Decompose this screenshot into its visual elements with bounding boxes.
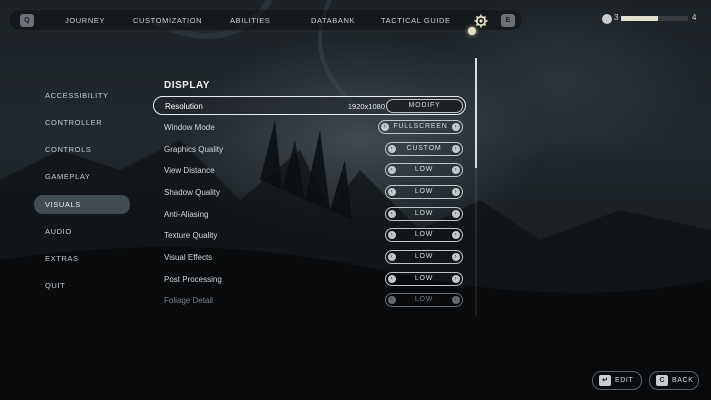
graphics-quality-selector[interactable]: ‹ CUSTOM › xyxy=(385,142,463,156)
edit-label: EDIT xyxy=(615,377,634,384)
category-gameplay[interactable]: GAMEPLAY xyxy=(34,167,130,186)
setting-label: Shadow Quality xyxy=(164,188,221,197)
chevron-left-icon[interactable]: ‹ xyxy=(381,123,389,131)
setting-label: Window Mode xyxy=(164,123,215,132)
chevron-left-icon[interactable]: ‹ xyxy=(388,145,396,153)
setting-label: Post Processing xyxy=(164,275,222,284)
top-nav-bar: Q JOURNEY CUSTOMIZATION ABILITIES DATABA… xyxy=(8,9,523,31)
selector-value: LOW xyxy=(414,275,434,282)
shadow-quality-selector[interactable]: ‹ LOW › xyxy=(385,185,463,199)
texture-quality-selector[interactable]: ‹ LOW › xyxy=(385,228,463,242)
chevron-left-icon[interactable]: ‹ xyxy=(388,231,396,239)
selector-value: LOW xyxy=(414,253,434,260)
gear-icon[interactable] xyxy=(474,14,488,28)
setting-row-anti-aliasing[interactable]: Anti-Aliasing ‹ LOW › xyxy=(153,205,466,224)
anti-aliasing-selector[interactable]: ‹ LOW › xyxy=(385,207,463,221)
setting-row-visual-effects[interactable]: Visual Effects ‹ LOW › xyxy=(153,248,466,267)
active-tab-indicator xyxy=(468,27,476,35)
chevron-left-icon[interactable]: ‹ xyxy=(388,210,396,218)
chevron-left-icon[interactable]: ‹ xyxy=(388,188,396,196)
category-visuals[interactable]: VISUALS xyxy=(34,195,130,214)
chevron-right-icon[interactable]: › xyxy=(452,275,460,283)
setting-row-graphics-quality[interactable]: Graphics Quality ‹ CUSTOM › xyxy=(153,140,466,159)
setting-row-view-distance[interactable]: View Distance ‹ LOW › xyxy=(153,161,466,180)
back-button[interactable]: C BACK xyxy=(649,371,699,390)
chevron-left-icon[interactable]: ‹ xyxy=(388,166,396,174)
chevron-right-icon[interactable]: › xyxy=(452,296,460,304)
setting-row-post-processing[interactable]: Post Processing ‹ LOW › xyxy=(153,270,466,289)
setting-label: Foliage Detail xyxy=(164,296,213,305)
skill-point-icon xyxy=(602,14,612,24)
category-quit[interactable]: QUIT xyxy=(34,276,130,295)
section-title: DISPLAY xyxy=(164,80,210,91)
edit-button[interactable]: ↵ EDIT xyxy=(592,371,642,390)
foliage-detail-selector[interactable]: ‹ LOW › xyxy=(385,293,463,307)
setting-label: Visual Effects xyxy=(164,253,213,262)
scrollbar-thumb[interactable] xyxy=(475,58,477,168)
modify-button[interactable]: MODIFY xyxy=(386,99,463,113)
setting-label: View Distance xyxy=(164,166,215,175)
setting-label: Graphics Quality xyxy=(164,145,224,154)
visual-effects-selector[interactable]: ‹ LOW › xyxy=(385,250,463,264)
settings-scrollbar[interactable] xyxy=(475,58,477,316)
selector-value: LOW xyxy=(414,296,434,303)
next-tab-key[interactable]: E xyxy=(501,14,515,27)
enter-key-icon: ↵ xyxy=(599,375,611,386)
category-extras[interactable]: EXTRAS xyxy=(34,249,130,268)
back-label: BACK xyxy=(672,377,694,384)
chevron-right-icon[interactable]: › xyxy=(452,188,460,196)
xp-bar xyxy=(621,16,688,21)
selector-value: LOW xyxy=(414,231,434,238)
xp-bar-fill xyxy=(621,16,658,21)
chevron-left-icon[interactable]: ‹ xyxy=(388,275,396,283)
selector-value: CUSTOM xyxy=(406,145,442,152)
chevron-left-icon[interactable]: ‹ xyxy=(388,253,396,261)
chevron-left-icon[interactable]: ‹ xyxy=(388,296,396,304)
category-audio[interactable]: AUDIO xyxy=(34,222,130,241)
level-current: 3 xyxy=(614,13,619,22)
setting-label: Resolution xyxy=(165,102,203,111)
selector-value: LOW xyxy=(414,188,434,195)
category-controls[interactable]: CONTROLS xyxy=(34,140,130,159)
setting-row-texture-quality[interactable]: Texture Quality ‹ LOW › xyxy=(153,226,466,245)
view-distance-selector[interactable]: ‹ LOW › xyxy=(385,163,463,177)
post-processing-selector[interactable]: ‹ LOW › xyxy=(385,272,463,286)
tab-tactical-guide[interactable]: TACTICAL GUIDE xyxy=(381,15,451,27)
chevron-right-icon[interactable]: › xyxy=(452,210,460,218)
tab-abilities[interactable]: ABILITIES xyxy=(230,15,270,27)
tab-databank[interactable]: DATABANK xyxy=(311,15,355,27)
setting-row-resolution[interactable]: Resolution 1920x1080 MODIFY xyxy=(153,96,466,115)
tab-journey[interactable]: JOURNEY xyxy=(65,15,105,27)
resolution-value: 1920x1080 xyxy=(347,102,385,111)
category-accessibility[interactable]: ACCESSIBILITY xyxy=(34,86,130,105)
category-controller[interactable]: CONTROLLER xyxy=(34,113,130,132)
setting-row-foliage-detail[interactable]: Foliage Detail ‹ LOW › xyxy=(153,291,466,310)
setting-row-shadow-quality[interactable]: Shadow Quality ‹ LOW › xyxy=(153,183,466,202)
c-key-icon: C xyxy=(656,375,668,386)
selector-value: FULLSCREEN xyxy=(393,123,448,130)
setting-label: Texture Quality xyxy=(164,231,218,240)
chevron-right-icon[interactable]: › xyxy=(452,166,460,174)
setting-label: Anti-Aliasing xyxy=(164,210,209,219)
selector-value: LOW xyxy=(414,210,434,217)
setting-row-window-mode[interactable]: Window Mode ‹ FULLSCREEN › xyxy=(153,118,466,137)
chevron-right-icon[interactable]: › xyxy=(452,145,460,153)
selector-value: LOW xyxy=(414,166,434,173)
level-next: 4 xyxy=(692,13,697,22)
window-mode-selector[interactable]: ‹ FULLSCREEN › xyxy=(378,120,463,134)
chevron-right-icon[interactable]: › xyxy=(452,253,460,261)
chevron-right-icon[interactable]: › xyxy=(452,231,460,239)
chevron-right-icon[interactable]: › xyxy=(452,123,460,131)
prev-tab-key[interactable]: Q xyxy=(20,14,34,27)
tab-customization[interactable]: CUSTOMIZATION xyxy=(133,15,202,27)
